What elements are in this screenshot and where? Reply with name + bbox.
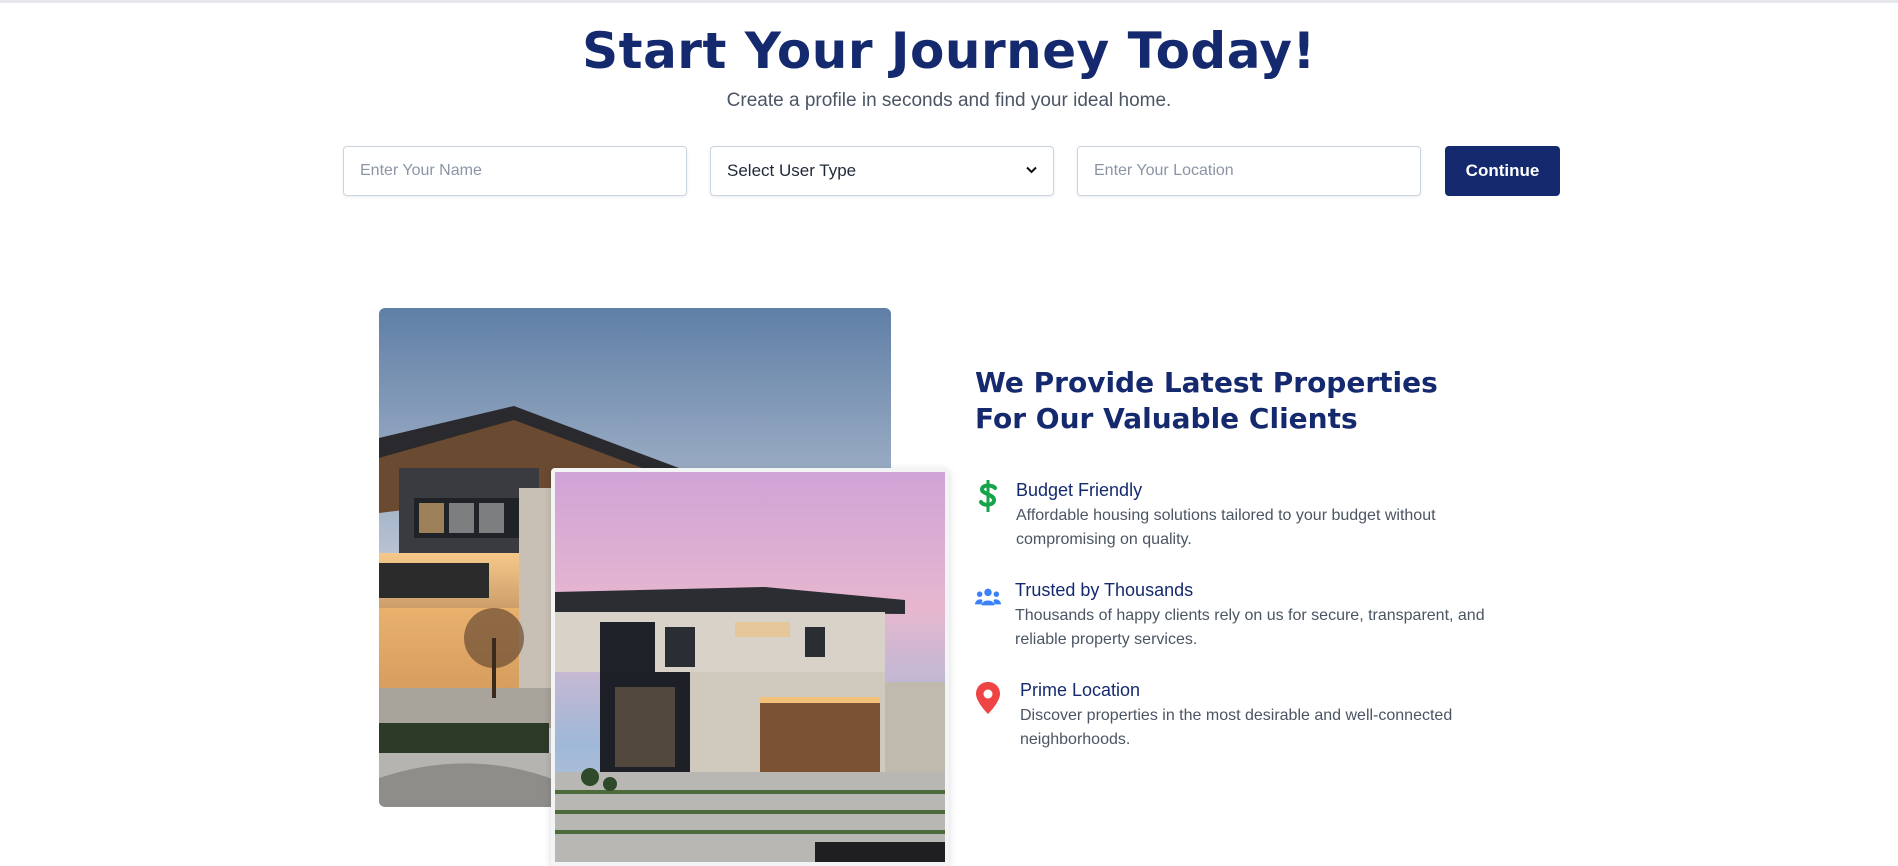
feature-description: Affordable housing solutions tailored to… <box>1016 507 1436 548</box>
map-pin-icon <box>975 682 1001 714</box>
hero-subtitle: Create a profile in seconds and find you… <box>726 90 1172 111</box>
feature-description: Thousands of happy clients rely on us fo… <box>1015 607 1485 648</box>
continue-button[interactable]: Continue <box>1445 146 1560 196</box>
hero-title: Start Your Journey Today! <box>582 22 1316 80</box>
feature-title: Trusted by Thousands <box>1015 580 1194 600</box>
dollar-icon <box>975 480 1001 512</box>
location-input[interactable] <box>1077 146 1421 196</box>
name-input[interactable] <box>343 146 687 196</box>
feature-title: Budget Friendly <box>1016 480 1143 500</box>
feature-title: Prime Location <box>1020 680 1141 700</box>
features-heading-line1: We Provide Latest Properties <box>975 366 1438 399</box>
chevron-down-icon <box>1026 165 1037 177</box>
property-image-front <box>551 468 949 866</box>
features-heading-line2: For Our Valuable Clients <box>975 402 1358 435</box>
features-heading: We Provide Latest Properties For Our Val… <box>975 365 1495 437</box>
feature-description: Discover properties in the most desirabl… <box>1020 707 1453 748</box>
top-divider <box>0 0 1898 3</box>
user-type-selected-value: Select User Type <box>727 161 857 180</box>
user-type-select[interactable]: Select User Type <box>710 146 1054 196</box>
users-icon <box>975 587 1001 617</box>
